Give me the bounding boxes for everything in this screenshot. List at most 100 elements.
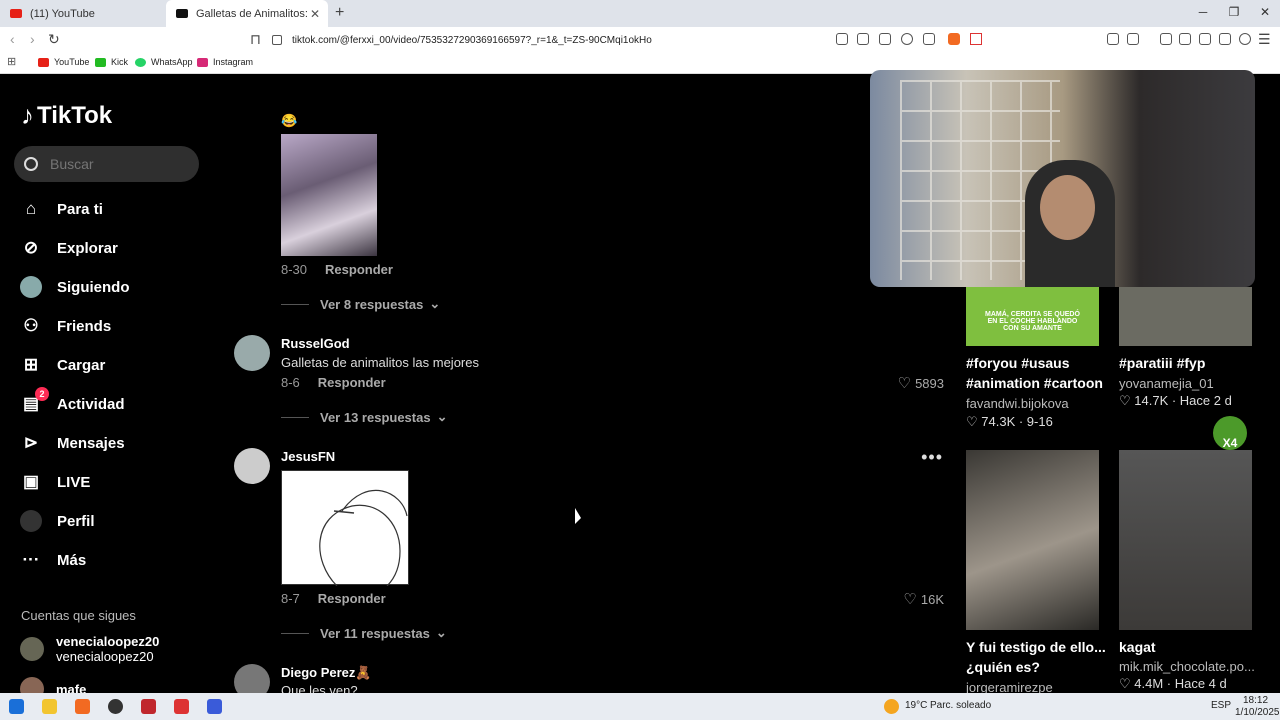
brave-browser-icon[interactable] <box>75 699 90 714</box>
search-input[interactable] <box>50 156 180 172</box>
back-icon[interactable]: ‹ <box>10 31 15 47</box>
bookmark-icon[interactable]: ⊓ <box>250 31 261 48</box>
nav-live[interactable]: ▣ LIVE <box>20 467 90 497</box>
screenshot-icon[interactable] <box>1127 33 1139 45</box>
close-tab-icon[interactable]: ✕ <box>308 7 322 21</box>
divider <box>281 632 309 634</box>
comment-username[interactable]: JesusFN <box>281 449 335 464</box>
view-replies-label: Ver 8 respuestas <box>320 296 424 312</box>
more-options-icon[interactable]: ••• <box>921 447 943 468</box>
video-title[interactable]: #foryou #usaus #animation #cartoon <box>966 353 1116 393</box>
comment-username[interactable]: RusselGod <box>281 336 350 351</box>
nav-friends[interactable]: ⚇ Friends <box>20 311 111 341</box>
file-explorer-icon[interactable] <box>42 699 57 714</box>
close-window-button[interactable]: ✕ <box>1250 5 1280 19</box>
site-settings-icon[interactable] <box>272 35 282 45</box>
nav-para-ti[interactable]: ⌂ Para ti <box>20 194 103 224</box>
like-button[interactable]: ♡ 16K <box>903 590 944 608</box>
video-thumbnail[interactable]: MAMÁ, CERDITA SE QUEDÓ EN EL COCHE HABLA… <box>966 287 1099 346</box>
nav-cargar[interactable]: ⊞ Cargar <box>20 350 105 380</box>
tiktok-logo[interactable]: ♪ TikTok <box>21 100 112 131</box>
music-icon[interactable] <box>1160 33 1172 45</box>
leo-ai-icon[interactable] <box>1219 33 1231 45</box>
vpn-icon[interactable] <box>1239 33 1251 45</box>
sidebar-toggle-icon[interactable] <box>1179 33 1191 45</box>
weather-icon[interactable] <box>884 699 899 714</box>
app-icon[interactable] <box>174 699 189 714</box>
comment-meta: 8-30 Responder <box>281 262 393 277</box>
zoom-icon[interactable] <box>901 33 913 45</box>
translate-icon[interactable] <box>879 33 891 45</box>
account-handle: venecialoopez20 <box>56 649 154 664</box>
video-thumbnail[interactable] <box>966 450 1099 630</box>
video-author[interactable]: mik.mik_chocolate.po... <box>1119 659 1255 674</box>
comment-image[interactable] <box>281 134 377 256</box>
nav-mensajes[interactable]: ⊳ Mensajes <box>20 428 125 458</box>
extensions-icon[interactable] <box>1107 33 1119 45</box>
bookmark-whatsapp[interactable]: WhatsApp <box>135 57 193 67</box>
restore-button[interactable]: ❐ <box>1219 5 1249 19</box>
nav-mas[interactable]: ··· Más <box>20 545 87 575</box>
wallet-icon[interactable] <box>1199 33 1211 45</box>
obs-icon[interactable] <box>108 699 123 714</box>
bookmark-kick[interactable]: Kick <box>95 57 128 67</box>
tab-youtube[interactable]: (11) YouTube <box>0 0 166 27</box>
weather-temp[interactable]: 19°C <box>905 700 927 711</box>
bookmark-instagram[interactable]: Instagram <box>197 57 253 67</box>
app-icon[interactable] <box>207 699 222 714</box>
nav-perfil[interactable]: Perfil <box>20 506 95 536</box>
new-tab-button[interactable]: + <box>335 4 344 22</box>
tab-tiktok[interactable]: Galletas de Animalitos: Receta P ✕ <box>166 0 328 27</box>
avatar[interactable] <box>234 335 270 371</box>
brave-rewards-icon[interactable] <box>970 33 982 45</box>
more-icon: ··· <box>22 550 40 569</box>
input-language[interactable]: ESP <box>1211 700 1231 711</box>
like-button[interactable]: ♡ 5893 <box>898 374 944 392</box>
followed-account[interactable]: venecialoopez20 venecialoopez20 <box>20 634 159 664</box>
pepe-emote-icon: X4 <box>1213 416 1247 450</box>
reply-button[interactable]: Responder <box>318 375 386 390</box>
profile-avatar-icon <box>20 510 42 532</box>
browser-tab-bar: (11) YouTube Galletas de Animalitos: Rec… <box>0 0 1280 27</box>
nav-actividad[interactable]: ▤ 2 Actividad <box>20 387 125 419</box>
bookmark-label: WhatsApp <box>151 57 193 67</box>
media-icon[interactable] <box>836 33 848 45</box>
reload-icon[interactable]: ↻ <box>48 31 60 48</box>
comment-username[interactable]: Diego Perez🧸 <box>281 665 372 681</box>
avatar[interactable] <box>234 448 270 484</box>
url-text: tiktok.com/@ferxxi_00/video/753532729036… <box>292 34 652 46</box>
cast-icon[interactable] <box>857 33 869 45</box>
search-box[interactable] <box>14 146 199 182</box>
nav-siguiendo[interactable]: Siguiendo <box>20 272 130 302</box>
bookmark-youtube[interactable]: YouTube <box>38 57 89 67</box>
video-thumbnail[interactable] <box>1119 450 1252 630</box>
video-title[interactable]: kagat <box>1119 637 1269 657</box>
bookmark-label: Kick <box>111 57 129 67</box>
reply-button[interactable]: Responder <box>318 591 386 606</box>
app-icon[interactable] <box>141 699 156 714</box>
menu-icon[interactable]: ☰ <box>1258 31 1271 48</box>
windows-start-icon[interactable] <box>9 699 24 714</box>
view-replies-button[interactable]: Ver 13 respuestas ⌄ <box>281 409 447 425</box>
windows-taskbar: 19°C Parc. soleado ESP 18:12 1/10/2025 <box>0 693 1280 720</box>
video-thumbnail[interactable] <box>1119 287 1252 346</box>
video-title[interactable]: Y fui testigo de ello... ¿quién es? <box>966 637 1116 677</box>
avatar[interactable] <box>234 664 270 693</box>
clock-time[interactable]: 18:12 <box>1243 695 1268 706</box>
forward-icon[interactable]: › <box>30 31 35 47</box>
clock-date[interactable]: 1/10/2025 <box>1235 707 1280 718</box>
video-title[interactable]: #paratiii #fyp <box>1119 353 1269 373</box>
view-replies-button[interactable]: Ver 8 respuestas ⌄ <box>281 296 440 312</box>
brave-shield-icon[interactable] <box>948 33 960 45</box>
share-icon[interactable] <box>923 33 935 45</box>
video-author[interactable]: favandwi.bijokova <box>966 396 1069 411</box>
video-author[interactable]: yovanamejia_01 <box>1119 376 1214 391</box>
apps-grid-icon[interactable]: ⊞ <box>7 55 16 68</box>
weather-desc[interactable]: Parc. soleado <box>930 700 991 711</box>
minimize-button[interactable]: ─ <box>1188 5 1218 19</box>
comment-image[interactable] <box>281 470 409 587</box>
upload-icon: ⊞ <box>23 355 39 374</box>
reply-button[interactable]: Responder <box>325 262 393 277</box>
view-replies-button[interactable]: Ver 11 respuestas ⌄ <box>281 625 447 641</box>
nav-explorar[interactable]: ⊘ Explorar <box>20 233 118 263</box>
